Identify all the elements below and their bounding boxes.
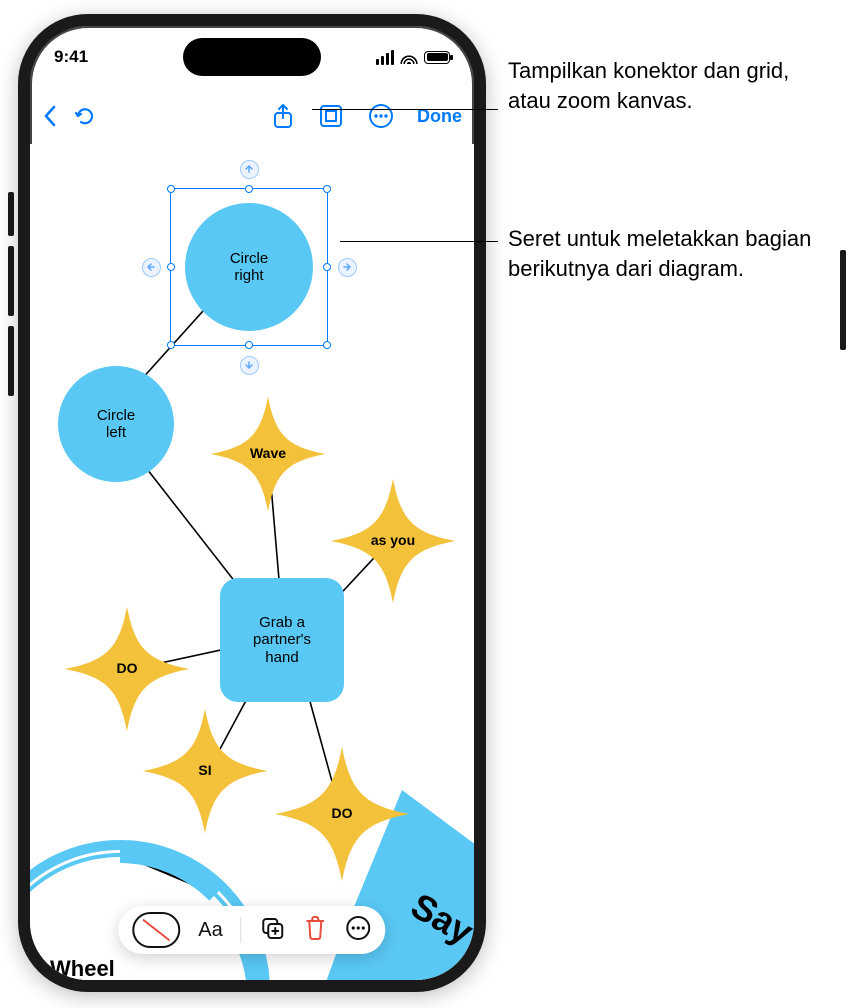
node-label: Grab a partner's hand: [253, 614, 311, 666]
grid-zoom-button[interactable]: [317, 102, 345, 130]
volume-down-button: [8, 326, 14, 396]
status-time: 9:41: [54, 47, 88, 67]
battery-icon: [424, 51, 450, 64]
node-label: Circle right: [230, 250, 268, 285]
undo-button[interactable]: [72, 103, 98, 129]
connection-handle-left[interactable]: [141, 257, 161, 277]
delete-button[interactable]: [304, 915, 328, 946]
top-toolbar: Done: [30, 92, 474, 140]
circle-left-node[interactable]: Circle left: [58, 366, 174, 482]
duplicate-button[interactable]: [260, 915, 286, 946]
callout-drag: Seret untuk meletakkan bagian berikutnya…: [508, 224, 828, 283]
star-label: as you: [328, 476, 458, 606]
divider: [241, 917, 242, 943]
center-square-node[interactable]: Grab a partner's hand: [220, 578, 344, 702]
star-label: DO: [272, 744, 412, 884]
iphone-device-frame: 9:41: [18, 14, 486, 992]
cellular-icon: [376, 50, 395, 65]
connection-handle-right[interactable]: [337, 257, 357, 277]
circle-right-node[interactable]: Circle right: [185, 203, 313, 331]
canvas[interactable]: Wheel Say: [30, 144, 474, 980]
shape-toolbar: Aa: [118, 906, 385, 954]
volume-up-button: [8, 246, 14, 316]
star-do-bottom[interactable]: DO: [272, 744, 412, 884]
screen: 9:41: [30, 26, 474, 980]
star-as-you[interactable]: as you: [328, 476, 458, 606]
connection-handle-top[interactable]: [239, 159, 259, 179]
shape-more-button[interactable]: [346, 915, 372, 946]
text-style-button[interactable]: Aa: [198, 919, 222, 942]
star-si[interactable]: SI: [140, 706, 270, 836]
share-button[interactable]: [271, 102, 295, 130]
callout-line-grid: [312, 109, 498, 110]
callout-line-drag: [340, 241, 498, 242]
connection-handle-bottom[interactable]: [239, 355, 259, 375]
wifi-icon: [400, 50, 418, 64]
fill-toggle-button[interactable]: [132, 912, 180, 948]
node-label: Circle left: [97, 407, 135, 442]
star-label: SI: [140, 706, 270, 836]
more-button[interactable]: [367, 102, 395, 130]
star-wave[interactable]: Wave: [208, 394, 328, 514]
star-label: Wave: [208, 394, 328, 514]
power-button: [840, 250, 846, 350]
volume-switch: [8, 192, 14, 236]
callout-grid: Tampilkan konektor dan grid, atau zoom k…: [508, 56, 828, 115]
back-button[interactable]: [42, 104, 58, 128]
dynamic-island: [183, 38, 321, 76]
